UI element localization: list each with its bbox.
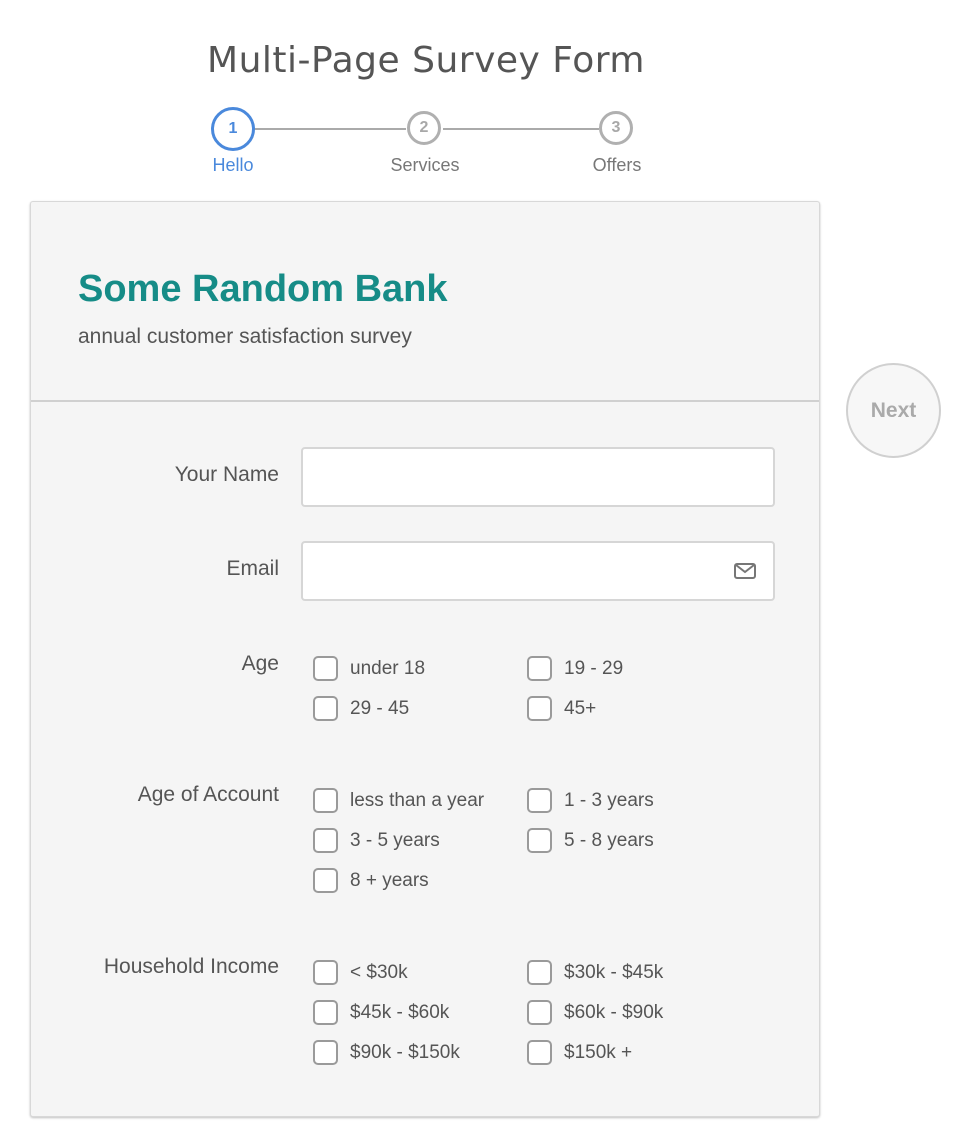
checkbox[interactable] (527, 788, 552, 813)
checkbox[interactable] (313, 788, 338, 813)
income-option[interactable]: $90k - $150k (313, 1040, 460, 1065)
account-age-option[interactable]: 8 + years (313, 868, 429, 893)
card-header: Some Random Bank annual customer satisfa… (31, 202, 819, 402)
progress-stepper: 1 2 3 Hello Services Offers (0, 0, 960, 200)
income-option[interactable]: $60k - $90k (527, 1000, 663, 1025)
step-3-label[interactable]: Offers (557, 155, 677, 176)
step-1-indicator[interactable]: 1 (211, 107, 255, 151)
account-age-option[interactable]: 5 - 8 years (527, 828, 654, 853)
option-label: $45k - $60k (350, 1001, 450, 1023)
step-1-label[interactable]: Hello (173, 155, 293, 176)
income-option[interactable]: < $30k (313, 960, 408, 985)
option-label: $150k + (564, 1041, 633, 1063)
checkbox[interactable] (527, 656, 552, 681)
income-option[interactable]: $30k - $45k (527, 960, 663, 985)
name-label: Your Name (174, 463, 279, 486)
option-label: $60k - $90k (564, 1001, 664, 1023)
email-label: Email (226, 557, 279, 580)
option-label: < $30k (350, 961, 408, 983)
income-option[interactable]: $45k - $60k (313, 1000, 449, 1025)
age-option[interactable]: under 18 (313, 656, 425, 681)
checkbox[interactable] (527, 828, 552, 853)
checkbox[interactable] (527, 1000, 552, 1025)
checkbox[interactable] (527, 696, 552, 721)
checkbox[interactable] (313, 696, 338, 721)
option-label: $90k - $150k (350, 1041, 460, 1063)
option-label: $30k - $45k (564, 961, 664, 983)
age-option[interactable]: 45+ (527, 696, 596, 721)
account-age-option[interactable]: 1 - 3 years (527, 788, 654, 813)
step-connector (254, 128, 406, 130)
checkbox[interactable] (313, 828, 338, 853)
next-button[interactable]: Next (846, 363, 941, 458)
checkbox[interactable] (313, 1040, 338, 1065)
step-3-indicator[interactable]: 3 (599, 111, 633, 145)
bank-name: Some Random Bank (78, 268, 448, 310)
age-option[interactable]: 29 - 45 (313, 696, 409, 721)
account-age-option[interactable]: 3 - 5 years (313, 828, 440, 853)
option-label: 45+ (564, 697, 597, 719)
step-2-label[interactable]: Services (365, 155, 485, 176)
checkbox[interactable] (313, 656, 338, 681)
age-option[interactable]: 19 - 29 (527, 656, 623, 681)
checkbox[interactable] (313, 868, 338, 893)
checkbox[interactable] (527, 1040, 552, 1065)
step-connector (443, 128, 599, 130)
checkbox[interactable] (313, 1000, 338, 1025)
email-input[interactable] (301, 541, 775, 601)
account-age-label: Age of Account (137, 783, 279, 806)
account-age-option[interactable]: less than a year (313, 788, 484, 813)
income-label: Household Income (103, 955, 279, 978)
income-option[interactable]: $150k + (527, 1040, 632, 1065)
option-label: 8 + years (350, 869, 429, 891)
option-label: 1 - 3 years (564, 789, 654, 811)
checkbox[interactable] (313, 960, 338, 985)
step-2-indicator[interactable]: 2 (407, 111, 441, 145)
option-label: less than a year (350, 789, 485, 811)
option-label: under 18 (350, 657, 426, 679)
name-input[interactable] (301, 447, 775, 507)
option-label: 19 - 29 (564, 657, 624, 679)
option-label: 3 - 5 years (350, 829, 440, 851)
age-label: Age (241, 652, 279, 675)
survey-subtitle: annual customer satisfaction survey (78, 325, 412, 348)
option-label: 29 - 45 (350, 697, 410, 719)
checkbox[interactable] (527, 960, 552, 985)
survey-card: Some Random Bank annual customer satisfa… (30, 201, 820, 1117)
option-label: 5 - 8 years (564, 829, 654, 851)
envelope-icon (734, 563, 756, 579)
